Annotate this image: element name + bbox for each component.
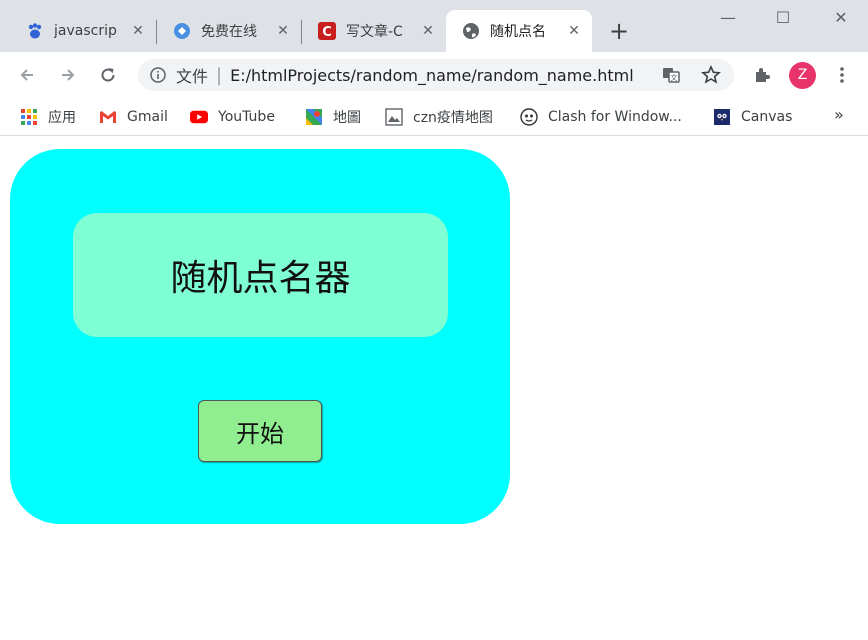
page-content: 随机点名器 开始 [0, 137, 868, 640]
tab-title: javascrip [54, 23, 117, 39]
bookmark-label: 应用 [48, 110, 76, 126]
bookmark-label: 地圖 [333, 110, 361, 126]
forward-icon[interactable] [55, 62, 81, 88]
bookmarks-bar: 应用 Gmail YouTube 地圖 czn疫情地图 Clash for Wi… [0, 98, 868, 136]
tab-javascript[interactable]: javascrip ✕ [10, 10, 156, 52]
star-icon[interactable] [701, 65, 721, 85]
reload-icon[interactable] [95, 62, 121, 88]
gmail-icon [99, 108, 117, 126]
toolbar: 文件 | E:/htmlProjects/random_name/random_… [0, 52, 868, 98]
extensions-icon[interactable] [750, 63, 774, 87]
profile-avatar[interactable]: Z [789, 62, 816, 89]
bookmark-label: Clash for Window... [548, 109, 682, 125]
apps-grid-icon [20, 108, 38, 126]
bookmark-apps[interactable]: 应用 [20, 105, 76, 129]
close-icon[interactable]: ✕ [275, 23, 291, 39]
canvas-owl-icon [713, 108, 731, 126]
close-icon[interactable]: ✕ [420, 23, 436, 39]
address-url[interactable]: E:/htmlProjects/random_name/random_name.… [230, 66, 640, 85]
bookmark-maps[interactable]: 地圖 [305, 105, 361, 129]
globe-icon [462, 22, 480, 40]
address-scheme-label: 文件 [176, 67, 209, 86]
tab-csdn-write[interactable]: C 写文章-C ✕ [302, 10, 446, 52]
name-display: 随机点名器 [73, 213, 448, 337]
start-button[interactable]: 开始 [198, 400, 322, 462]
close-window-icon[interactable]: ✕ [826, 8, 856, 32]
bookmark-label: Canvas [741, 109, 793, 125]
translate-icon[interactable]: 文 [661, 65, 681, 85]
tab-random-name[interactable]: 随机点名 ✕ [446, 10, 592, 52]
bookmark-label: YouTube [218, 109, 275, 125]
new-tab-icon[interactable]: + [606, 19, 632, 45]
clash-icon [520, 108, 538, 126]
random-name-card: 随机点名器 开始 [10, 149, 510, 524]
address-bar[interactable]: 文件 | E:/htmlProjects/random_name/random_… [138, 59, 734, 91]
tab-free-online[interactable]: 免费在线 ✕ [157, 10, 301, 52]
bookmark-youtube[interactable]: YouTube [190, 105, 275, 129]
back-icon[interactable] [14, 62, 40, 88]
bookmark-label: czn疫情地图 [413, 110, 493, 126]
address-divider: | [216, 64, 223, 86]
svg-text:C: C [322, 25, 332, 40]
bookmark-label: Gmail [127, 109, 168, 125]
youtube-icon [190, 108, 208, 126]
tab-strip: javascrip ✕ 免费在线 ✕ C 写文章-C ✕ 随机点名 ✕ + — … [0, 0, 868, 52]
tab-title: 免费在线 [201, 24, 257, 40]
csdn-icon: C [318, 22, 336, 40]
close-icon[interactable]: ✕ [130, 23, 146, 39]
bookmark-clash[interactable]: Clash for Window... [520, 105, 682, 129]
browser-window: javascrip ✕ 免费在线 ✕ C 写文章-C ✕ 随机点名 ✕ + — … [0, 0, 868, 640]
bookmarks-overflow-icon[interactable]: » [834, 105, 844, 124]
maximize-icon[interactable]: ☐ [768, 8, 798, 32]
maps-icon [305, 108, 323, 126]
bookmark-canvas[interactable]: Canvas [713, 105, 792, 129]
image-icon [385, 108, 403, 126]
tab-title: 随机点名 [490, 24, 546, 40]
close-icon[interactable]: ✕ [566, 23, 582, 39]
svg-text:文: 文 [671, 73, 678, 82]
bookmark-czn-map[interactable]: czn疫情地图 [385, 105, 493, 129]
info-icon[interactable] [150, 67, 166, 83]
minimize-icon[interactable]: — [713, 8, 743, 32]
tab-title: 写文章-C [346, 24, 403, 40]
app-icon [173, 22, 191, 40]
bookmark-gmail[interactable]: Gmail [99, 105, 168, 129]
menu-kebab-icon[interactable] [830, 63, 854, 87]
baidu-paw-icon [26, 22, 44, 40]
